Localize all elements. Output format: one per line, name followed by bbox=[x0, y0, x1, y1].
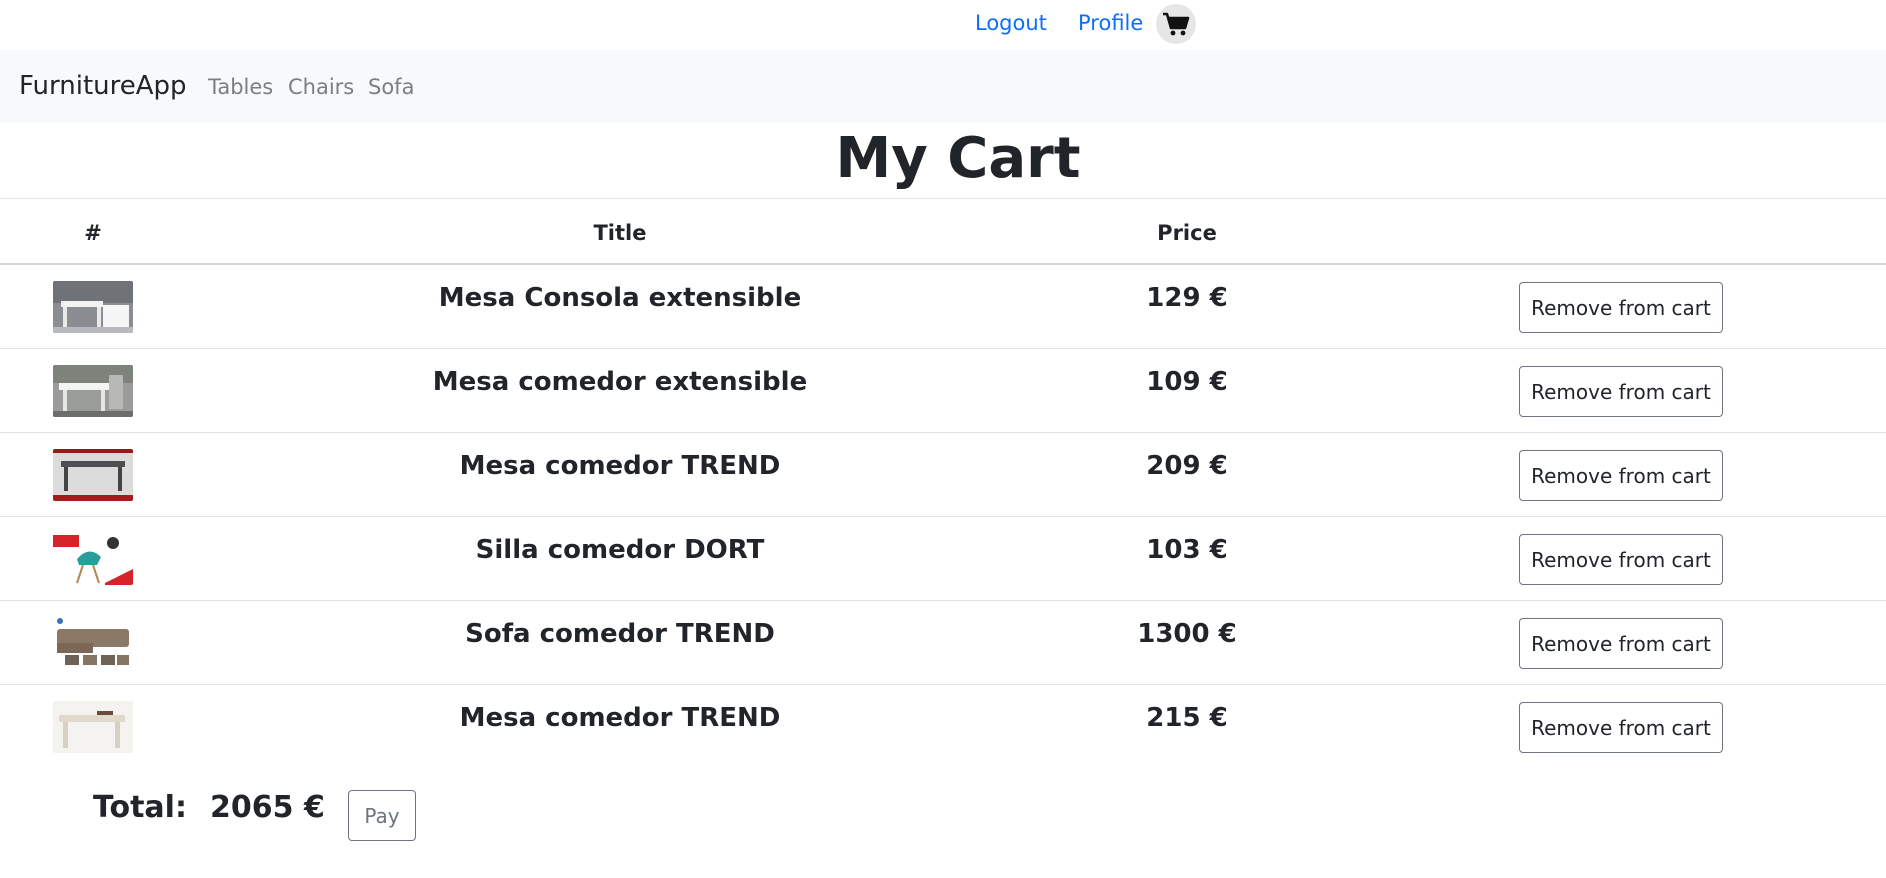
item-price: 209 € bbox=[1146, 451, 1228, 481]
product-thumbnail bbox=[53, 533, 133, 585]
item-title: Mesa Consola extensible bbox=[438, 283, 802, 313]
item-title: Mesa comedor TREND bbox=[459, 451, 781, 481]
cart-table: # Title Price Mesa Consola extensible 12… bbox=[0, 198, 1886, 769]
remove-from-cart-button[interactable]: Remove from cart bbox=[1519, 534, 1723, 585]
table-row: Mesa comedor extensible 109 € Remove fro… bbox=[0, 349, 1886, 433]
total-value: 2065 € bbox=[210, 790, 325, 825]
cart-button[interactable] bbox=[1156, 4, 1196, 44]
top-bar: Logout Profile bbox=[0, 0, 1886, 50]
table-row: Silla comedor DORT 103 € Remove from car… bbox=[0, 517, 1886, 601]
shopping-cart-icon bbox=[1163, 12, 1190, 36]
item-price: 109 € bbox=[1146, 367, 1228, 397]
item-title: Mesa comedor extensible bbox=[432, 367, 808, 397]
item-price: 1300 € bbox=[1137, 619, 1237, 649]
table-row: Mesa Consola extensible 129 € Remove fro… bbox=[0, 265, 1886, 349]
product-thumbnail bbox=[53, 617, 133, 669]
table-row: Mesa comedor TREND 209 € Remove from car… bbox=[0, 433, 1886, 517]
brand-link[interactable]: FurnitureApp bbox=[19, 71, 187, 101]
column-header-number: # bbox=[84, 221, 102, 245]
total-label: Total: bbox=[93, 790, 187, 825]
item-price: 129 € bbox=[1146, 283, 1228, 313]
item-title: Silla comedor DORT bbox=[475, 535, 765, 565]
logout-link[interactable]: Logout bbox=[975, 11, 1047, 35]
column-header-title: Title bbox=[593, 221, 647, 245]
remove-from-cart-button[interactable]: Remove from cart bbox=[1519, 450, 1723, 501]
item-price: 103 € bbox=[1146, 535, 1228, 565]
column-header-price: Price bbox=[1157, 221, 1217, 245]
pay-button[interactable]: Pay bbox=[348, 790, 416, 841]
item-title: Sofa comedor TREND bbox=[465, 619, 775, 649]
table-row: Mesa comedor TREND 215 € Remove from car… bbox=[0, 685, 1886, 769]
product-thumbnail bbox=[53, 281, 133, 333]
table-header: # Title Price bbox=[0, 199, 1886, 265]
item-price: 215 € bbox=[1146, 703, 1228, 733]
remove-from-cart-button[interactable]: Remove from cart bbox=[1519, 366, 1723, 417]
nav-link-tables[interactable]: Tables bbox=[208, 75, 273, 99]
product-thumbnail bbox=[53, 701, 133, 753]
table-row: Sofa comedor TREND 1300 € Remove from ca… bbox=[0, 601, 1886, 685]
remove-from-cart-button[interactable]: Remove from cart bbox=[1519, 282, 1723, 333]
nav-link-sofa[interactable]: Sofa bbox=[368, 75, 414, 99]
page-title: My Cart bbox=[835, 126, 1081, 191]
nav-link-chairs[interactable]: Chairs bbox=[288, 75, 354, 99]
product-thumbnail bbox=[53, 365, 133, 417]
item-title: Mesa comedor TREND bbox=[459, 703, 781, 733]
navbar: FurnitureApp Tables Chairs Sofa bbox=[0, 50, 1886, 123]
remove-from-cart-button[interactable]: Remove from cart bbox=[1519, 702, 1723, 753]
product-thumbnail bbox=[53, 449, 133, 501]
profile-link[interactable]: Profile bbox=[1078, 11, 1143, 35]
remove-from-cart-button[interactable]: Remove from cart bbox=[1519, 618, 1723, 669]
